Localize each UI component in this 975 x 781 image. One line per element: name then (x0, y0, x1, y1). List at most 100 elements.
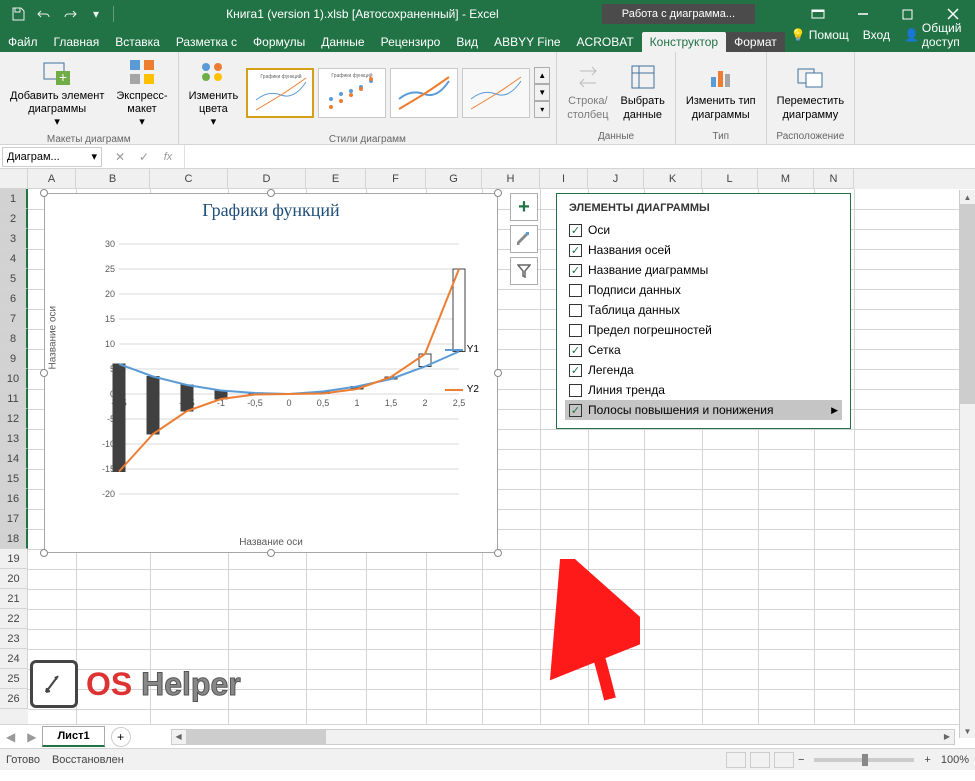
checkbox-icon[interactable] (569, 384, 582, 397)
sheet-tab-1[interactable]: Лист1 (42, 726, 104, 747)
flyout-item-1[interactable]: ✓Названия осей (565, 240, 842, 260)
gallery-down-button[interactable]: ▼ (534, 84, 550, 101)
quick-layout-button[interactable]: Экспресс- макет ▾ (112, 54, 171, 132)
checkbox-icon[interactable] (569, 304, 582, 317)
col-header-C[interactable]: C (150, 169, 228, 189)
chart-style-1[interactable]: Графики функций (246, 68, 314, 118)
row-header-17[interactable]: 17 (0, 509, 28, 529)
gallery-up-button[interactable]: ▲ (534, 67, 550, 84)
row-header-18[interactable]: 18 (0, 529, 28, 549)
row-header-11[interactable]: 11 (0, 389, 28, 409)
row-header-9[interactable]: 9 (0, 349, 28, 369)
col-header-L[interactable]: L (702, 169, 758, 189)
row-header-7[interactable]: 7 (0, 309, 28, 329)
col-header-G[interactable]: G (426, 169, 482, 189)
tab-formulas[interactable]: Формулы (245, 32, 313, 52)
row-header-14[interactable]: 14 (0, 449, 28, 469)
flyout-item-3[interactable]: Подписи данных (565, 280, 842, 300)
x-axis-title[interactable]: Название оси (239, 537, 303, 548)
flyout-item-4[interactable]: Таблица данных (565, 300, 842, 320)
change-chart-type-button[interactable]: Изменить тип диаграммы (682, 59, 760, 123)
row-header-15[interactable]: 15 (0, 469, 28, 489)
tab-format[interactable]: Формат (726, 32, 785, 52)
chart-style-2[interactable]: Графики функций (318, 68, 386, 118)
chart-plot-area[interactable]: -20-15-10-5051015202530-2,5-2-1,5-1-0,50… (89, 234, 469, 514)
zoom-level[interactable]: 100% (941, 754, 969, 766)
normal-view-button[interactable] (726, 752, 746, 768)
row-header-1[interactable]: 1 (0, 189, 28, 209)
flyout-item-2[interactable]: ✓Название диаграммы (565, 260, 842, 280)
col-header-A[interactable]: A (28, 169, 76, 189)
tab-abbyy[interactable]: ABBYY Fine (486, 32, 568, 52)
page-layout-view-button[interactable] (750, 752, 770, 768)
chart-elements-button[interactable]: + (510, 193, 538, 221)
save-icon[interactable] (6, 3, 30, 25)
accept-icon[interactable]: ✓ (132, 147, 156, 167)
chart-title[interactable]: Графики функций (45, 194, 497, 223)
legend-y2[interactable]: Y2 (445, 384, 479, 395)
help-button[interactable]: 💡Помощ (785, 25, 855, 45)
col-header-B[interactable]: B (76, 169, 150, 189)
checkbox-icon[interactable]: ✓ (569, 264, 582, 277)
row-header-24[interactable]: 24 (0, 649, 28, 669)
zoom-out-button[interactable]: − (798, 754, 804, 766)
qat-customize-icon[interactable]: ▾ (84, 3, 108, 25)
gallery-more-button[interactable]: ▾ (534, 101, 550, 118)
flyout-item-0[interactable]: ✓Оси (565, 220, 842, 240)
tab-insert[interactable]: Вставка (107, 32, 168, 52)
add-sheet-button[interactable]: + (111, 727, 131, 747)
col-header-D[interactable]: D (228, 169, 306, 189)
flyout-item-9[interactable]: ✓Полосы повышения и понижения▶ (565, 400, 842, 420)
row-header-13[interactable]: 13 (0, 429, 28, 449)
cells-area[interactable]: Графики функций Название оси -20-15-10-5… (28, 189, 975, 724)
sheet-nav-next[interactable]: ▶ (21, 730, 42, 744)
row-header-10[interactable]: 10 (0, 369, 28, 389)
zoom-in-button[interactable]: + (924, 754, 930, 766)
cancel-icon[interactable]: ✕ (108, 147, 132, 167)
login-button[interactable]: Вход (857, 25, 896, 45)
row-header-23[interactable]: 23 (0, 629, 28, 649)
horizontal-scrollbar[interactable]: ◀ ▶ (171, 729, 955, 745)
row-header-26[interactable]: 26 (0, 689, 28, 709)
tab-home[interactable]: Главная (46, 32, 108, 52)
flyout-item-8[interactable]: Линия тренда (565, 380, 842, 400)
tab-design[interactable]: Конструктор (642, 32, 726, 52)
col-header-I[interactable]: I (540, 169, 588, 189)
share-button[interactable]: 👤Общий доступ (898, 18, 969, 52)
switch-row-col-button[interactable]: Строка/ столбец (563, 59, 612, 123)
formula-input[interactable] (184, 145, 975, 168)
row-header-22[interactable]: 22 (0, 609, 28, 629)
chart-filters-button[interactable] (510, 257, 538, 285)
chart-object[interactable]: Графики функций Название оси -20-15-10-5… (44, 193, 498, 553)
tab-acrobat[interactable]: ACROBAT (569, 32, 642, 52)
chart-style-3[interactable] (390, 68, 458, 118)
row-header-3[interactable]: 3 (0, 229, 28, 249)
checkbox-icon[interactable] (569, 284, 582, 297)
checkbox-icon[interactable]: ✓ (569, 244, 582, 257)
move-chart-button[interactable]: Переместить диаграмму (773, 59, 848, 123)
chart-styles-button[interactable] (510, 225, 538, 253)
fx-button[interactable]: fx (156, 147, 180, 167)
tab-page-layout[interactable]: Разметка с (168, 32, 245, 52)
tab-review[interactable]: Рецензиро (373, 32, 449, 52)
col-header-N[interactable]: N (814, 169, 854, 189)
flyout-item-5[interactable]: Предел погрешностей (565, 320, 842, 340)
checkbox-icon[interactable] (569, 324, 582, 337)
row-header-5[interactable]: 5 (0, 269, 28, 289)
add-chart-element-button[interactable]: + Добавить элемент диаграммы ▾ (6, 54, 108, 132)
col-header-H[interactable]: H (482, 169, 540, 189)
row-header-12[interactable]: 12 (0, 409, 28, 429)
checkbox-icon[interactable]: ✓ (569, 404, 582, 417)
row-header-25[interactable]: 25 (0, 669, 28, 689)
row-header-20[interactable]: 20 (0, 569, 28, 589)
change-colors-button[interactable]: Изменить цвета ▾ (185, 54, 243, 132)
row-header-4[interactable]: 4 (0, 249, 28, 269)
legend-y1[interactable]: Y1 (445, 344, 479, 355)
row-header-21[interactable]: 21 (0, 589, 28, 609)
checkbox-icon[interactable]: ✓ (569, 344, 582, 357)
redo-icon[interactable] (58, 3, 82, 25)
row-header-8[interactable]: 8 (0, 329, 28, 349)
flyout-item-6[interactable]: ✓Сетка (565, 340, 842, 360)
flyout-item-7[interactable]: ✓Легенда (565, 360, 842, 380)
checkbox-icon[interactable]: ✓ (569, 224, 582, 237)
